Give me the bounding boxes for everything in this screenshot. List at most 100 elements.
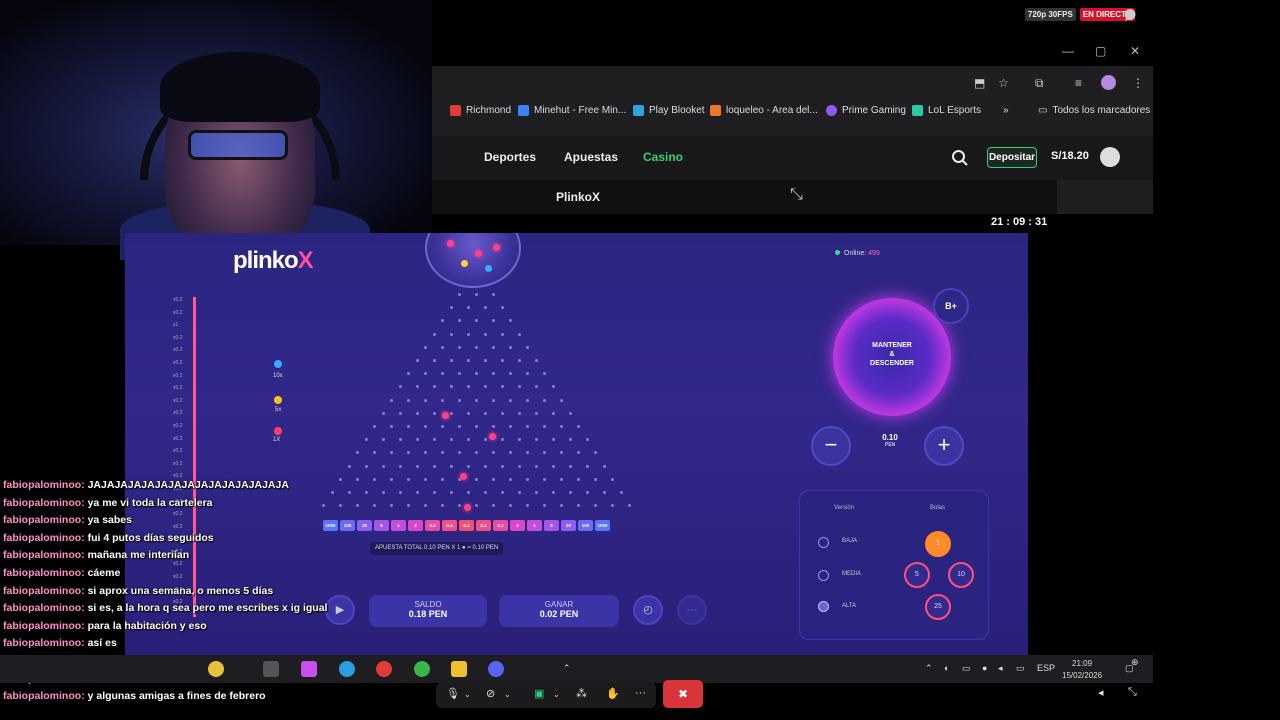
- more-icon[interactable]: ···: [635, 687, 646, 699]
- chat-username: fabiopalominoo:: [3, 602, 85, 615]
- chat-message: fabiopalominoo: así es: [3, 635, 333, 653]
- language-indicator[interactable]: ESP: [1037, 663, 1055, 673]
- bookmark-label: Minehut - Free Min...: [534, 105, 627, 116]
- autoplay-icon[interactable]: ◴: [633, 595, 663, 625]
- bookmark-loqueleo[interactable]: loqueleo - Area del...: [710, 105, 818, 116]
- nav-deportes[interactable]: Deportes: [484, 150, 536, 164]
- peg: [381, 411, 385, 415]
- peg: [517, 491, 521, 494]
- exit-fullscreen-icon[interactable]: ⤡: [790, 186, 803, 204]
- speaker-icon[interactable]: ◂: [1098, 686, 1104, 699]
- profile-avatar[interactable]: [1101, 75, 1116, 90]
- menu-icon[interactable]: ⋮: [1132, 76, 1144, 90]
- peg: [424, 398, 427, 402]
- risk-high-radio[interactable]: [818, 601, 829, 612]
- bookmarks-bar: Richmond Minehut - Free Min... Play Bloo…: [432, 99, 1153, 123]
- chrome-icon[interactable]: [414, 661, 430, 677]
- user-account-icon[interactable]: [1100, 147, 1120, 167]
- peg: [432, 359, 436, 362]
- tray-app-icon[interactable]: ◐: [944, 663, 949, 673]
- peg: [526, 504, 529, 508]
- chevron-up-icon[interactable]: ⌃: [563, 663, 571, 674]
- peg: [356, 477, 359, 481]
- chat-username: fabiopalominoo:: [3, 566, 85, 579]
- balls-10-button[interactable]: 10: [948, 562, 974, 588]
- balls-25-button[interactable]: 25: [925, 594, 951, 620]
- bookmark-richmond[interactable]: Richmond: [450, 105, 511, 116]
- balls-1-button[interactable]: 1: [925, 531, 951, 557]
- nav-apuestas[interactable]: Apuestas: [564, 150, 618, 164]
- online-count: 499: [868, 250, 880, 257]
- peg: [509, 319, 512, 323]
- tray-overflow-icon[interactable]: ⌃: [925, 663, 933, 674]
- peg: [492, 372, 495, 376]
- share-screen-icon[interactable]: ▣: [534, 687, 544, 700]
- mic-icon[interactable]: 🎙: [446, 687, 460, 700]
- peg: [432, 411, 436, 415]
- peg: [424, 425, 427, 428]
- bookmark-star-icon[interactable]: ☆: [998, 76, 1009, 90]
- discord-icon[interactable]: [488, 661, 504, 677]
- peg: [466, 306, 470, 310]
- opera-icon[interactable]: [376, 661, 392, 677]
- peg: [517, 385, 521, 389]
- collapse-icon[interactable]: ⤡: [1128, 686, 1137, 699]
- peg: [492, 451, 495, 455]
- share-options-icon[interactable]: ⌄: [553, 690, 560, 699]
- side-multiplier: x0.2: [173, 422, 183, 429]
- extensions-icon[interactable]: ⧉: [1035, 76, 1044, 91]
- peg: [449, 332, 453, 336]
- stop-sharing-button[interactable]: ✖: [663, 680, 703, 708]
- increase-stake-button[interactable]: +: [924, 426, 964, 466]
- close-button[interactable]: ✕: [1130, 44, 1140, 58]
- task-view-icon[interactable]: [263, 661, 279, 677]
- camera-off-icon[interactable]: ⊘: [486, 687, 495, 700]
- history-label: 5x: [275, 407, 282, 413]
- nav-casino[interactable]: Casino: [643, 150, 683, 164]
- peg: [390, 504, 393, 508]
- bookmark-blooket[interactable]: Play Blooket: [633, 105, 705, 116]
- bookmark-lol-esports[interactable]: LoL Esports: [912, 105, 981, 116]
- decrease-stake-button[interactable]: −: [811, 426, 851, 466]
- bookmark-minehut[interactable]: Minehut - Free Min...: [518, 105, 626, 116]
- deposit-button[interactable]: Depositar: [987, 147, 1037, 168]
- minimize-button[interactable]: —: [1062, 44, 1074, 58]
- bookmarks-overflow[interactable]: »: [1003, 105, 1009, 116]
- tray-screen-icon[interactable]: ▭: [962, 663, 971, 674]
- peg: [526, 372, 529, 376]
- microphone-icon[interactable]: ●: [982, 663, 987, 673]
- apps-icon[interactable]: ⁂: [576, 687, 587, 700]
- hold-and-drop-button[interactable]: MANTENER & DESCENDER: [833, 298, 951, 416]
- chat-bubble-icon[interactable]: [1123, 8, 1137, 22]
- copilot-icon[interactable]: [301, 661, 317, 677]
- peg: [543, 425, 546, 428]
- camera-options-icon[interactable]: ⌄: [504, 690, 511, 699]
- edge-icon[interactable]: [339, 661, 355, 677]
- peg: [441, 504, 444, 508]
- peg: [432, 491, 436, 494]
- maximize-button[interactable]: ▢: [1095, 44, 1106, 58]
- peg: [458, 372, 461, 376]
- reactions-icon[interactable]: ✋: [606, 687, 620, 700]
- chat-text: cáeme: [87, 566, 121, 579]
- bookmark-prime-gaming[interactable]: Prime Gaming: [826, 105, 906, 116]
- chat-message: fabiopalominoo: si aprox una semana, o m…: [3, 583, 333, 601]
- media-icon[interactable]: ≡: [1075, 76, 1082, 90]
- all-bookmarks-folder[interactable]: ▭ Todos los marcadores: [1038, 105, 1150, 116]
- search-icon[interactable]: [951, 149, 969, 167]
- mic-options-icon[interactable]: ⌄: [464, 690, 471, 699]
- more-options-icon[interactable]: ···: [677, 595, 707, 625]
- taskbar-clock[interactable]: 21:09 15/02/2026: [1062, 658, 1102, 682]
- balls-5-button[interactable]: 5: [904, 562, 930, 588]
- risk-medium-radio[interactable]: [818, 570, 829, 581]
- bonus-button[interactable]: B+: [933, 288, 969, 324]
- widget-icon[interactable]: [208, 661, 224, 677]
- volume-icon[interactable]: ◂: [998, 663, 1003, 674]
- zoom-icon[interactable]: ⊕: [1131, 657, 1139, 668]
- multiplier-slot: 5: [374, 520, 389, 531]
- install-app-icon[interactable]: ⬒: [974, 76, 985, 90]
- risk-low-radio[interactable]: [818, 537, 829, 548]
- history-label: 1X: [273, 437, 281, 443]
- file-explorer-icon[interactable]: [451, 661, 467, 677]
- peg: [356, 504, 359, 508]
